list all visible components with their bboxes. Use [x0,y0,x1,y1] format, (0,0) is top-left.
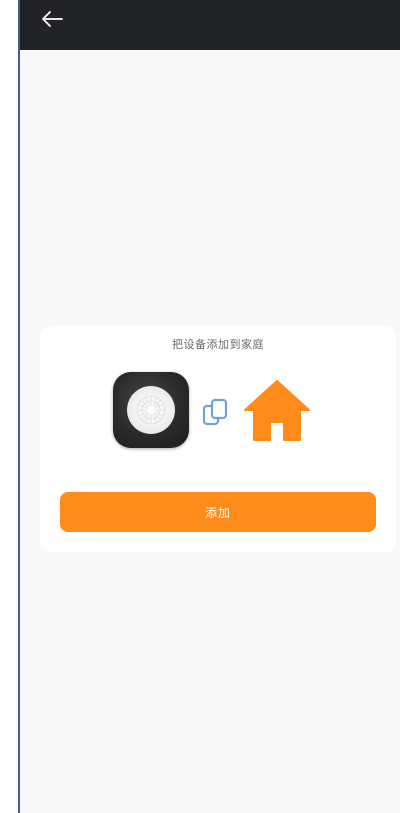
house-icon [242,376,312,446]
screen-frame: 把设备添加到家庭 添加 [0,0,400,813]
arrow-left-icon [41,10,63,32]
device-thumbnail [113,372,189,448]
add-button[interactable]: 添加 [60,492,376,532]
card-title: 把设备添加到家庭 [172,338,264,351]
back-button[interactable] [34,6,70,36]
copy-link-icon [200,396,234,430]
top-bar [20,0,400,50]
app-screen: 把设备添加到家庭 添加 [18,0,400,813]
add-device-card: 把设备添加到家庭 添加 [40,326,396,552]
device-disc [127,386,175,434]
